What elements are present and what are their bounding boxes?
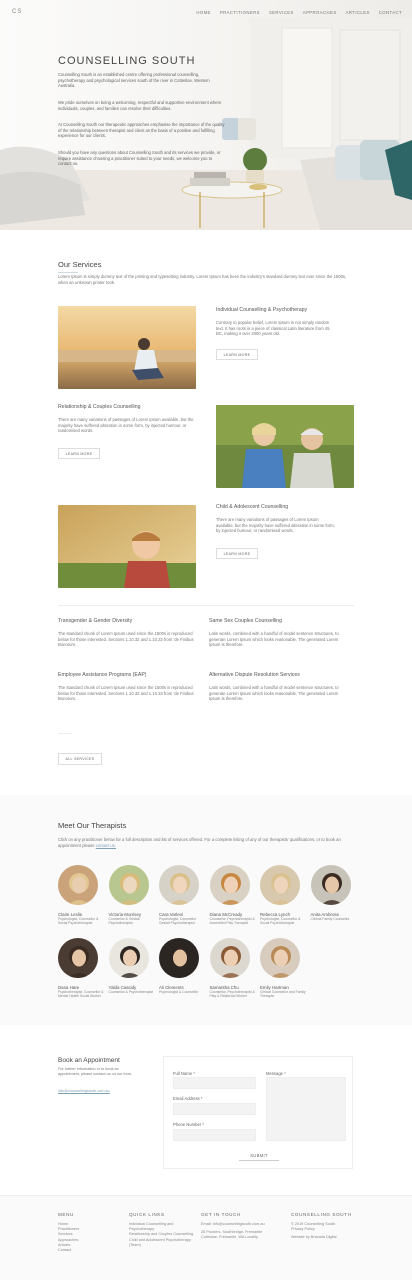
therapist-photo[interactable] — [159, 938, 201, 980]
email-input[interactable] — [173, 1103, 256, 1115]
services-intro: Lorem Ipsum is simply dummy text of the … — [58, 274, 347, 285]
therapist-photo[interactable] — [108, 938, 151, 980]
therapist-role: Clinical Counsellor and Family Therapist — [260, 990, 306, 999]
footer-contact-address: 26 Pruniers, Southbridge, Fremantle Cott… — [201, 1230, 263, 1240]
therapist-card[interactable]: Claire Leslie Psychologist, Counsellor & … — [58, 865, 104, 925]
service-eap-title[interactable]: Employee Assistance Programs (EAP) — [58, 672, 147, 678]
booking-title: Book an Appointment — [58, 1057, 120, 1064]
phone-label: Phone Number * — [173, 1122, 204, 1127]
therapist-card[interactable]: Anita Ambrose Clinical Family Counsellor — [310, 865, 357, 921]
therapist-role: Psychologist, Counsellor Gestalt Psychot… — [159, 917, 197, 926]
service-child-text: There are many variations of passages of… — [216, 517, 335, 534]
service-transgender-text: The standard chunk of Lorem Ipsum used s… — [58, 631, 194, 648]
footer-menu-title: MENU — [58, 1212, 74, 1217]
service-dispute-text: Latin words, combined with a handful of … — [209, 685, 339, 702]
couple-photo — [216, 405, 354, 488]
therapist-photo[interactable] — [209, 938, 252, 980]
therapist-photo[interactable] — [108, 865, 151, 907]
footer-privacy-link[interactable]: Privacy Policy — [291, 1227, 361, 1232]
learn-more-child-button[interactable]: LEARN MORE — [216, 548, 258, 559]
services-title: Our Services — [58, 260, 102, 269]
footer-quick-links: QUICK LINKS Individual Counselling and P… — [129, 1212, 195, 1248]
therapist-role: Psychologist & Counsellor — [159, 990, 199, 994]
service-transgender-title[interactable]: Transgender & Gender Diversity — [58, 618, 132, 624]
message-label: Message * — [266, 1071, 286, 1076]
therapist-card[interactable]: Samantha Chu Counsellor, Psychotherapist … — [209, 938, 256, 999]
beach-man-photo — [58, 306, 196, 389]
footer-contact: GET IN TOUCH Email: Info@counsellingsout… — [201, 1212, 277, 1241]
message-textarea[interactable] — [266, 1077, 346, 1141]
service-dispute-title[interactable]: Alternative Dispute Resolution Services — [209, 672, 300, 678]
footer-quick-relationship[interactable]: Relationship and Couples Counselling — [129, 1232, 195, 1237]
footer-quick-child[interactable]: Child and Adolescent Psychotherapy (Team… — [129, 1238, 195, 1248]
therapist-role: Psychologist, Counsellor & Social Psycho… — [260, 917, 301, 926]
therapist-photo[interactable] — [260, 865, 302, 907]
therapist-card[interactable]: Diana McCready Counsellor, Psychotherapis… — [209, 865, 256, 926]
living-room-image — [0, 18, 412, 230]
therapists-title: Meet Our Therapists — [58, 821, 127, 830]
booking-form: Full Name * Email Address * Phone Number… — [163, 1056, 353, 1169]
footer-link-contact[interactable]: Contact — [58, 1248, 124, 1253]
service-same-sex-title[interactable]: Same Sex Couples Counselling — [209, 618, 282, 624]
therapist-card[interactable]: Dana Hare Psychotherapist, Counsellor & M… — [58, 938, 104, 998]
therapist-photo[interactable] — [58, 938, 100, 980]
hero-paragraph-2: We pride ourselves on being a welcoming,… — [58, 100, 222, 111]
footer-about: COUNSELLING SOUTH © 2019 Counselling Sou… — [291, 1212, 361, 1241]
hero-paragraph-4: Should you have any questions about Coun… — [58, 150, 221, 167]
footer-quick-individual[interactable]: Individual Counselling and Psychotherapy — [129, 1222, 195, 1232]
therapists-section: Meet Our Therapists Click on any practit… — [0, 795, 412, 1025]
hero-paragraph-3: At Counselling South our therapeutic app… — [58, 122, 225, 139]
therapist-role: Psychotherapist, Counsellor & Mental Hea… — [58, 990, 104, 999]
footer-quick-title: QUICK LINKS — [129, 1212, 165, 1217]
footer-menu: MENU Home Practitioners Services Approac… — [58, 1212, 124, 1253]
footer: MENU Home Practitioners Services Approac… — [0, 1195, 412, 1280]
footer-contact-title: GET IN TOUCH — [201, 1212, 241, 1217]
all-services-button[interactable]: ALL SERVICES — [58, 753, 102, 765]
therapist-photo[interactable] — [159, 865, 201, 907]
therapist-card[interactable]: Victoria Morrisey Counsellor & Gestalt Ps… — [108, 865, 155, 926]
email-label: Email Address * — [173, 1096, 203, 1101]
booking-section: Book an Appointment For further informat… — [0, 1025, 412, 1195]
child-photo — [58, 505, 196, 588]
service-relationship-text: There are many variations of passages of… — [58, 417, 194, 434]
services-section: Our Services Lorem Ipsum is simply dummy… — [0, 230, 412, 795]
hero-section: CS HOME PRACTITIONERS SERVICES APPROACHE… — [0, 0, 412, 230]
full-name-input[interactable] — [173, 1077, 256, 1089]
footer-about-title: COUNSELLING SOUTH — [291, 1212, 352, 1217]
booking-email-link[interactable]: info@counsellingsouth.com.au — [58, 1089, 110, 1093]
service-relationship-title[interactable]: Relationship & Couples Counselling — [58, 404, 140, 410]
therapist-card[interactable]: Rebecca Lynch Psychologist, Counsellor & … — [260, 865, 306, 925]
therapist-card[interactable]: Cara Varleni Psychologist, Counsellor Ges… — [159, 865, 205, 925]
therapist-role: Counsellor & Psychotherapist — [108, 990, 153, 994]
therapist-card[interactable]: Yalda Cassidy Counsellor & Psychotherapis… — [108, 938, 155, 994]
footer-credit-link[interactable]: Website by Bravada Digital — [291, 1235, 361, 1240]
therapist-photo[interactable] — [58, 865, 100, 907]
therapist-role: Counsellor, Psychotherapist & Play & Rel… — [209, 990, 255, 999]
footer-contact-email[interactable]: Email: Info@counsellingsouth.com.au — [201, 1222, 277, 1227]
therapist-role: Psychologist, Counsellor & Social Psycho… — [58, 917, 99, 926]
therapist-photo[interactable] — [260, 938, 302, 980]
service-eap-text: The standard chunk of Lorem Ipsum used s… — [58, 685, 194, 702]
booking-text: For further information or to book an ap… — [58, 1067, 133, 1076]
service-child-title[interactable]: Child & Adolescent Counselling — [216, 504, 288, 510]
submit-button[interactable]: SUBMIT — [239, 1150, 279, 1161]
service-individual-text: Contrary to popular belief, Lorem Ipsum … — [216, 320, 330, 337]
therapists-intro: Click on any practitioner below for a fu… — [58, 837, 341, 848]
hero-paragraph-1: Counselling South is an established cent… — [58, 72, 210, 89]
therapist-photo[interactable] — [310, 865, 353, 907]
learn-more-relationship-button[interactable]: LEARN MORE — [58, 448, 100, 459]
phone-input[interactable] — [173, 1129, 256, 1141]
full-name-label: Full Name * — [173, 1071, 195, 1076]
therapist-role: Clinical Family Counsellor — [310, 917, 350, 921]
therapist-card[interactable]: Emily Hartman Clinical Counsellor and Fam… — [260, 938, 306, 998]
service-individual-title[interactable]: Individual Counselling & Psychotherapy — [216, 307, 307, 313]
hero-title: COUNSELLING SOUTH — [58, 55, 196, 67]
learn-more-individual-button[interactable]: LEARN MORE — [216, 349, 258, 360]
therapist-card[interactable]: Ali Clements Psychologist & Counsellor — [159, 938, 205, 994]
therapist-photo[interactable] — [209, 865, 252, 907]
therapist-role: Counsellor & Gestalt Psychotherapist — [108, 917, 140, 926]
contact-us-link[interactable]: contact us. — [96, 843, 116, 848]
therapist-role: Counsellor, Psychotherapist & Accredited… — [209, 917, 255, 926]
service-same-sex-text: Latin words, combined with a handful of … — [209, 631, 339, 648]
